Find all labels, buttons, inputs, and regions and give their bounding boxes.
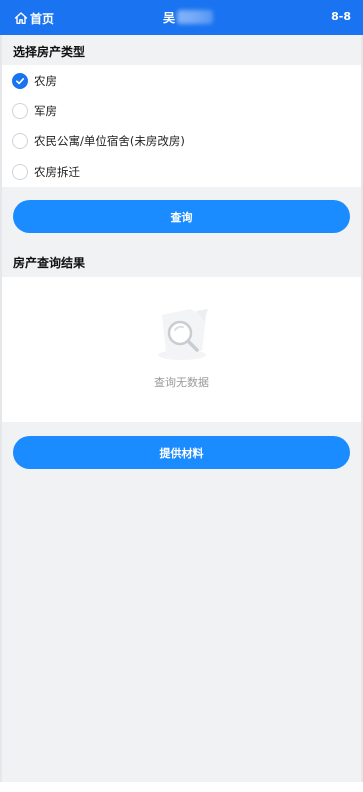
title-redacted	[177, 10, 214, 24]
bottom-bar	[0, 782, 363, 792]
home-label: 首页	[30, 11, 55, 26]
home-button[interactable]: 首页	[14, 9, 54, 27]
empty-result-text: 查询无数据	[154, 376, 209, 389]
empty-result-panel: 查询无数据	[0, 277, 363, 422]
option-label: 农民公寓/单位宿舍(未房改房)	[34, 134, 185, 148]
house-type-options: 农房 军房 农民公寓/单位宿舍(未房改房) 农房拆迁	[0, 65, 363, 187]
submit-materials-button[interactable]: 提供材料	[13, 436, 350, 469]
radio-checked-icon[interactable]	[12, 73, 28, 89]
option-label: 军房	[34, 104, 57, 118]
result-title: 房产查询结果	[13, 256, 86, 270]
radio-unchecked-icon[interactable]	[12, 133, 28, 149]
radio-unchecked-icon[interactable]	[12, 164, 28, 180]
option-rural-house[interactable]: 农房	[12, 70, 57, 92]
left-edge	[0, 35, 2, 782]
home-icon	[14, 11, 28, 25]
option-label: 农房	[34, 74, 57, 88]
option-label: 农房拆迁	[34, 165, 80, 179]
magnifier-icon	[152, 305, 212, 367]
option-relocation[interactable]: 农房拆迁	[12, 161, 80, 183]
option-military-house[interactable]: 军房	[12, 100, 57, 122]
version-label: 8-8	[331, 10, 351, 23]
option-apartment-dorm[interactable]: 农民公寓/单位宿舍(未房改房)	[12, 130, 185, 152]
query-button[interactable]: 查询	[13, 200, 350, 233]
page-title-text: 吴	[163, 10, 176, 25]
page-title: 吴	[163, 8, 214, 26]
house-type-title: 选择房产类型	[13, 45, 86, 59]
radio-unchecked-icon[interactable]	[12, 103, 28, 119]
top-bar: 首页 吴 8-8	[0, 0, 363, 35]
